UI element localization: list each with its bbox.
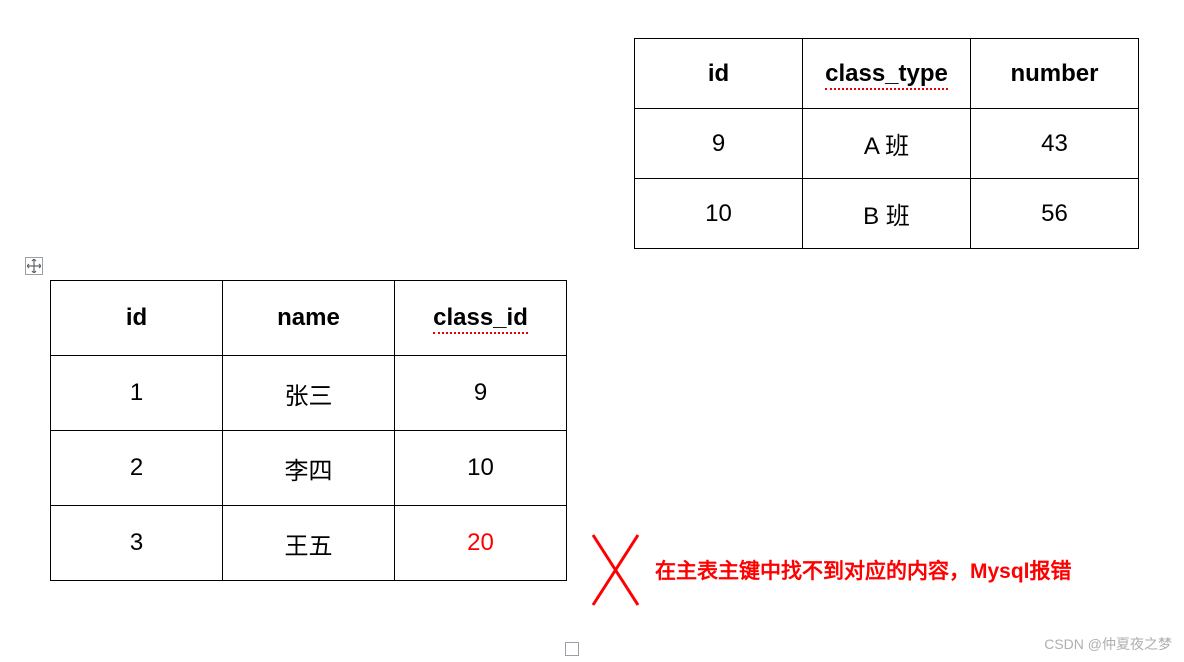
table-row: 10 B 班 56 xyxy=(635,179,1139,249)
cell-class-id: 20 xyxy=(395,506,567,581)
student-table: id name class_id 1 张三 9 2 李四 10 3 王五 20 xyxy=(50,280,567,581)
cell-name: 张三 xyxy=(223,356,395,431)
cell-name: 李四 xyxy=(223,431,395,506)
watermark: CSDN @仲夏夜之梦 xyxy=(1044,634,1172,654)
class-table: id class_type number 9 A 班 43 10 B 班 56 xyxy=(634,38,1139,249)
cell-id: 3 xyxy=(51,506,223,581)
cell-id: 10 xyxy=(635,179,803,249)
x-mark-icon xyxy=(588,530,643,610)
table-row: 3 王五 20 xyxy=(51,506,567,581)
cell-class-id: 9 xyxy=(395,356,567,431)
col-number: number xyxy=(971,39,1139,109)
error-annotation: 在主表主键中找不到对应的内容，Mysql报错 xyxy=(655,555,1072,585)
table-header-row: id name class_id xyxy=(51,281,567,356)
cell-number: 56 xyxy=(971,179,1139,249)
cell-name: 王五 xyxy=(223,506,395,581)
cell-class-id: 10 xyxy=(395,431,567,506)
col-class-type: class_type xyxy=(803,39,971,109)
col-class-id: class_id xyxy=(395,281,567,356)
cell-id: 9 xyxy=(635,109,803,179)
table-row: 1 张三 9 xyxy=(51,356,567,431)
cell-class-type: B 班 xyxy=(803,179,971,249)
cell-class-type: A 班 xyxy=(803,109,971,179)
table-header-row: id class_type number xyxy=(635,39,1139,109)
table-row: 2 李四 10 xyxy=(51,431,567,506)
col-id: id xyxy=(51,281,223,356)
cell-id: 1 xyxy=(51,356,223,431)
cell-id: 2 xyxy=(51,431,223,506)
col-name: name xyxy=(223,281,395,356)
table-move-handle-icon[interactable] xyxy=(25,257,43,275)
table-row: 9 A 班 43 xyxy=(635,109,1139,179)
table-resize-handle-icon[interactable] xyxy=(565,642,579,656)
cell-number: 43 xyxy=(971,109,1139,179)
col-id: id xyxy=(635,39,803,109)
